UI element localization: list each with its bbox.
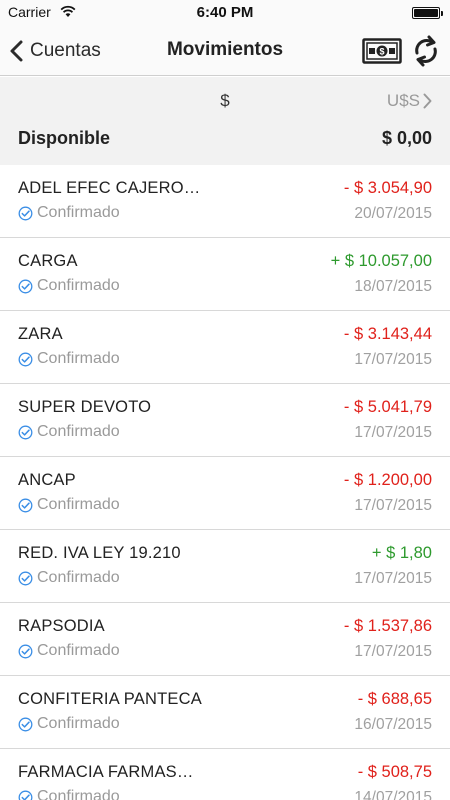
transaction-amount: + $ 1,80 [371, 544, 432, 562]
transaction-name: CARGA [18, 252, 78, 270]
transaction-name: CONFITERIA PANTECA [18, 690, 202, 708]
transaction-status: Confirmado [18, 277, 120, 295]
currency-foreign-label: U$S [386, 91, 420, 110]
balance-row: Disponible $ 0,00 [0, 123, 450, 165]
transaction-status-label: Confirmado [37, 350, 120, 367]
transaction-status: Confirmado [18, 788, 120, 800]
transaction-name: SUPER DEVOTO [18, 398, 152, 416]
chevron-left-icon [10, 40, 23, 62]
transaction-name: ZARA [18, 325, 63, 343]
transaction-status: Confirmado [18, 204, 120, 222]
transaction-amount: - $ 3.054,90 [343, 179, 432, 197]
transaction-name: ANCAP [18, 471, 76, 489]
transaction-amount: - $ 1.537,86 [343, 617, 432, 635]
transaction-row[interactable]: RED. IVA LEY 19.210 Confirmado + $ 1,80 17/… [0, 530, 450, 603]
transaction-amount: - $ 1.200,00 [343, 471, 432, 489]
transaction-status: Confirmado [18, 569, 120, 587]
transaction-amount: - $ 3.143,44 [343, 325, 432, 343]
refresh-icon[interactable] [410, 34, 442, 68]
transaction-date: 18/07/2015 [354, 278, 432, 295]
transaction-amount: - $ 688,65 [357, 690, 432, 708]
transactions-list: ADEL EFEC CAJERO… Confirmado - $ 3.054,90 2… [0, 165, 450, 800]
transaction-row[interactable]: CARGA Confirmado + $ 10.057,00 18/07/2015 [0, 238, 450, 311]
transaction-status-label: Confirmado [37, 715, 120, 732]
transaction-status-label: Confirmado [37, 423, 120, 440]
currency-foreign-option[interactable]: U$S [387, 91, 432, 111]
transaction-date: 17/07/2015 [354, 570, 432, 587]
chevron-right-icon [423, 93, 432, 109]
currency-local-option[interactable]: $ [0, 91, 450, 111]
transaction-name: ADEL EFEC CAJERO… [18, 179, 201, 197]
confirmed-check-icon [18, 206, 33, 220]
transaction-status-label: Confirmado [37, 277, 120, 294]
battery-icon [412, 7, 443, 19]
transaction-amount: - $ 508,75 [357, 763, 432, 781]
transaction-status-label: Confirmado [37, 788, 120, 800]
confirmed-check-icon [18, 717, 33, 731]
transaction-date: 17/07/2015 [354, 643, 432, 660]
transaction-name: RAPSODIA [18, 617, 105, 635]
transaction-row[interactable]: ANCAP Confirmado - $ 1.200,00 17/07/2015 [0, 457, 450, 530]
balance-label: Disponible [18, 128, 111, 148]
currency-selector: $ U$S [0, 77, 450, 123]
confirmed-check-icon [18, 644, 33, 658]
transaction-date: 16/07/2015 [354, 716, 432, 733]
confirmed-check-icon [18, 425, 33, 439]
transaction-date: 20/07/2015 [354, 205, 432, 222]
back-button-label: Cuentas [30, 40, 101, 61]
transaction-status-label: Confirmado [37, 496, 120, 513]
status-time: 6:40 PM [196, 4, 254, 21]
transaction-row[interactable]: FARMACIA FARMAS… Confirmado - $ 508,75 14/0… [0, 749, 450, 800]
transaction-status-label: Confirmado [37, 642, 120, 659]
banknote-icon[interactable]: $ [362, 38, 402, 64]
transaction-status: Confirmado [18, 350, 120, 368]
transaction-row[interactable]: ADEL EFEC CAJERO… Confirmado - $ 3.054,90 2… [0, 165, 450, 238]
confirmed-check-icon [18, 279, 33, 293]
back-button[interactable]: Cuentas [6, 34, 101, 68]
transaction-status: Confirmado [18, 715, 120, 733]
transaction-status-label: Confirmado [37, 569, 120, 586]
transaction-name: FARMACIA FARMAS… [18, 763, 194, 781]
transaction-row[interactable]: RAPSODIA Confirmado - $ 1.537,86 17/07/2015 [0, 603, 450, 676]
status-bar: Carrier 6:40 PM [0, 0, 450, 26]
transaction-status: Confirmado [18, 496, 120, 514]
transaction-date: 17/07/2015 [354, 351, 432, 368]
transaction-date: 17/07/2015 [354, 424, 432, 441]
transaction-date: 14/07/2015 [354, 789, 432, 800]
navigation-bar: Cuentas Movimientos $ [0, 26, 450, 76]
confirmed-check-icon [18, 790, 33, 800]
transaction-row[interactable]: SUPER DEVOTO Confirmado - $ 5.041,79 17/07/… [0, 384, 450, 457]
confirmed-check-icon [18, 571, 33, 585]
transaction-date: 17/07/2015 [354, 497, 432, 514]
confirmed-check-icon [18, 498, 33, 512]
transaction-status-label: Confirmado [37, 204, 120, 221]
transaction-status: Confirmado [18, 642, 120, 660]
transaction-status: Confirmado [18, 423, 120, 441]
transaction-row[interactable]: ZARA Confirmado - $ 3.143,44 17/07/2015 [0, 311, 450, 384]
transaction-amount: + $ 10.057,00 [330, 252, 432, 270]
transaction-amount: - $ 5.041,79 [343, 398, 432, 416]
svg-text:$: $ [379, 47, 384, 57]
transaction-row[interactable]: CONFITERIA PANTECA Confirmado - $ 688,65 16… [0, 676, 450, 749]
balance-value: $ 0,00 [381, 128, 432, 148]
transaction-name: RED. IVA LEY 19.210 [18, 544, 181, 562]
confirmed-check-icon [18, 352, 33, 366]
